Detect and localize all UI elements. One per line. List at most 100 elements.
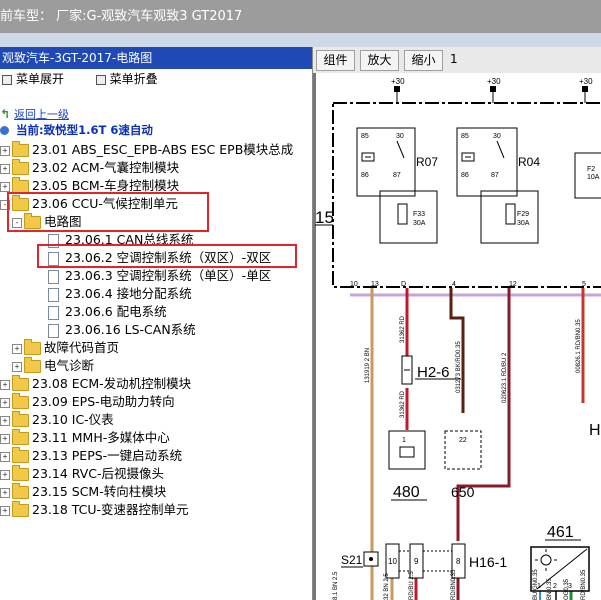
tree-item-label: 23.18 TCU-变速器控制单元: [32, 502, 189, 517]
svg-text:85: 85: [461, 133, 469, 140]
tree-item-label: 23.06.6 配电系统: [65, 304, 167, 319]
tree-item-folder[interactable]: +23.10 IC-仪表: [0, 411, 114, 429]
tree-item-folder[interactable]: + 故障代码首页: [12, 339, 119, 357]
connector-h2-6: H2-6: [401, 355, 461, 385]
tree-item-document[interactable]: 23.06.3 空调控制系统（单区）-单区: [36, 267, 271, 285]
tree-item-folder[interactable]: +23.08 ECM-发动机控制模块: [0, 375, 191, 393]
zoom-in-button[interactable]: 放大: [360, 50, 399, 71]
tree-item-label: 23.13 PEPS-一键启动系统: [32, 448, 183, 463]
collapse-all-button[interactable]: 菜单折叠: [110, 72, 158, 86]
svg-text:R07: R07: [416, 155, 438, 169]
tree-item-folder[interactable]: +23.02 ACM-气囊控制模块: [0, 159, 179, 177]
expand-toggle-icon[interactable]: +: [0, 433, 10, 444]
svg-text:F33: F33: [413, 211, 425, 218]
expand-toggle-icon[interactable]: +: [0, 469, 10, 480]
diagram-viewer: 组件 放大 缩小 1 +30 +30 +30 15 85 30 86 87 R0…: [313, 47, 601, 600]
plus30-terminal-1: +30: [391, 77, 405, 103]
person-icon: [0, 126, 9, 135]
back-link[interactable]: 返回上一级: [14, 108, 69, 121]
expand-toggle-icon[interactable]: +: [0, 379, 10, 390]
tree-item-folder[interactable]: +23.09 EPS-电动助力转向: [0, 393, 175, 411]
folder-icon: [12, 159, 29, 175]
svg-text:10: 10: [388, 557, 397, 566]
tree-item-label: 23.05 BCM-车身控制模块: [32, 178, 180, 193]
svg-text:13: 13: [371, 281, 379, 288]
component-480: 1 480: [388, 430, 427, 501]
svg-text:9: 9: [414, 557, 419, 566]
document-icon: [48, 287, 59, 302]
current-label: 当前:致悦型1.6T 6速自动: [16, 123, 153, 137]
svg-text:461: 461: [547, 524, 574, 541]
expand-toggle-icon[interactable]: +: [12, 343, 22, 354]
component-button[interactable]: 组件: [316, 50, 355, 71]
up-arrow-icon: ↰: [0, 107, 11, 121]
svg-text:D: D: [401, 281, 406, 288]
folder-icon: [12, 141, 29, 157]
plus30-terminal-3: +30: [579, 77, 593, 103]
bottom-label-3: RD/BU 2.5: [409, 571, 415, 600]
svg-text:1: 1: [402, 437, 406, 444]
svg-text:85: 85: [361, 133, 369, 140]
expand-toggle-icon[interactable]: +: [0, 487, 10, 498]
tree-item-document[interactable]: 23.06.16 LS-CAN系统: [36, 321, 196, 339]
tree-item-document[interactable]: 23.06.6 配电系统: [36, 303, 167, 321]
svg-text:10A: 10A: [587, 174, 600, 181]
expand-toggle-icon[interactable]: +: [12, 361, 22, 372]
tree-item-label: 23.10 IC-仪表: [32, 412, 114, 427]
expand-toggle-icon[interactable]: +: [0, 505, 10, 516]
bottom-label-8: RD/BN0.35: [581, 569, 587, 600]
expand-all-button[interactable]: 菜单展开: [16, 72, 64, 86]
relay-f2: F2 10A: [574, 152, 601, 199]
wire-label-1: 131919 2 BN: [365, 348, 371, 383]
bottom-label-2: 32 BN 2.5: [384, 573, 390, 600]
tree-item-label: 23.14 RVC-后视摄像头: [32, 466, 165, 481]
expand-toggle-icon[interactable]: +: [0, 415, 10, 426]
highlight-dual-zone: [37, 244, 297, 268]
tree-item-label: 故障代码首页: [44, 340, 120, 355]
svg-text:S21: S21: [341, 553, 363, 567]
svg-text:12: 12: [509, 281, 517, 288]
svg-text:30A: 30A: [413, 220, 426, 227]
tree-item-folder[interactable]: + 电气诊断: [12, 357, 94, 375]
expand-toggle-icon[interactable]: +: [0, 163, 10, 174]
expand-icon: [2, 74, 12, 85]
fuse-f29: F29 30A: [480, 190, 539, 244]
wire-label-3: 31362 RD: [400, 390, 406, 418]
zoom-out-button[interactable]: 缩小: [404, 50, 443, 71]
tree-item-label: 23.09 EPS-电动助力转向: [32, 394, 175, 409]
folder-icon: [12, 429, 29, 445]
svg-text:86: 86: [361, 172, 369, 179]
wiring-diagram[interactable]: +30 +30 +30 15 85 30 86 87 R07 F33 30A 8…: [313, 73, 601, 600]
tree-item-folder[interactable]: +23.18 TCU-变速器控制单元: [0, 501, 189, 519]
tree-item-folder[interactable]: +23.15 SCM-转向柱模块: [0, 483, 166, 501]
expand-toggle-icon[interactable]: +: [0, 397, 10, 408]
svg-text:8: 8: [456, 557, 461, 566]
svg-text:F29: F29: [517, 211, 529, 218]
folder-icon: [12, 483, 29, 499]
folder-icon: [12, 393, 29, 409]
svg-text:+30: +30: [391, 77, 405, 86]
tree-item-folder[interactable]: +23.01 ABS_ESC_EPB-ABS ESC EPB模块总成: [0, 141, 293, 159]
bottom-label-6: BN 0.35: [547, 578, 553, 600]
bottom-label-5: BU/GN0.35: [533, 569, 539, 600]
expand-toggle-icon[interactable]: +: [0, 181, 10, 192]
relay-r04: 85 30 86 87 R04: [456, 127, 540, 197]
wire-label-4: 031273 BK/RD0.35: [456, 341, 462, 393]
bottom-label-1: 8.1 BN 2.5: [333, 571, 339, 600]
highlight-ccu: [7, 192, 209, 232]
tree-item-document[interactable]: 23.06.4 接地分配系统: [36, 285, 192, 303]
folder-icon: [12, 375, 29, 391]
folder-icon: [12, 447, 29, 463]
svg-text:H2-6: H2-6: [417, 364, 450, 381]
bottom-label-7: OG0.35: [564, 578, 570, 600]
tree-item-folder[interactable]: +23.14 RVC-后视摄像头: [0, 465, 164, 483]
svg-text:86: 86: [461, 172, 469, 179]
tree-toolbar: 菜单展开 菜单折叠: [0, 69, 312, 89]
svg-text:R04: R04: [518, 155, 540, 169]
navigation-panel: 观致汽车-3GT-2017-电路图 菜单展开 菜单折叠 ↰ 返回上一级 当前:致…: [0, 47, 313, 600]
expand-toggle-icon[interactable]: +: [0, 451, 10, 462]
tree-item-folder[interactable]: +23.11 MMH-多媒体中心: [0, 429, 170, 447]
tree-item-folder[interactable]: +23.13 PEPS-一键启动系统: [0, 447, 182, 465]
folder-icon: [24, 339, 41, 355]
expand-toggle-icon[interactable]: +: [0, 145, 10, 156]
